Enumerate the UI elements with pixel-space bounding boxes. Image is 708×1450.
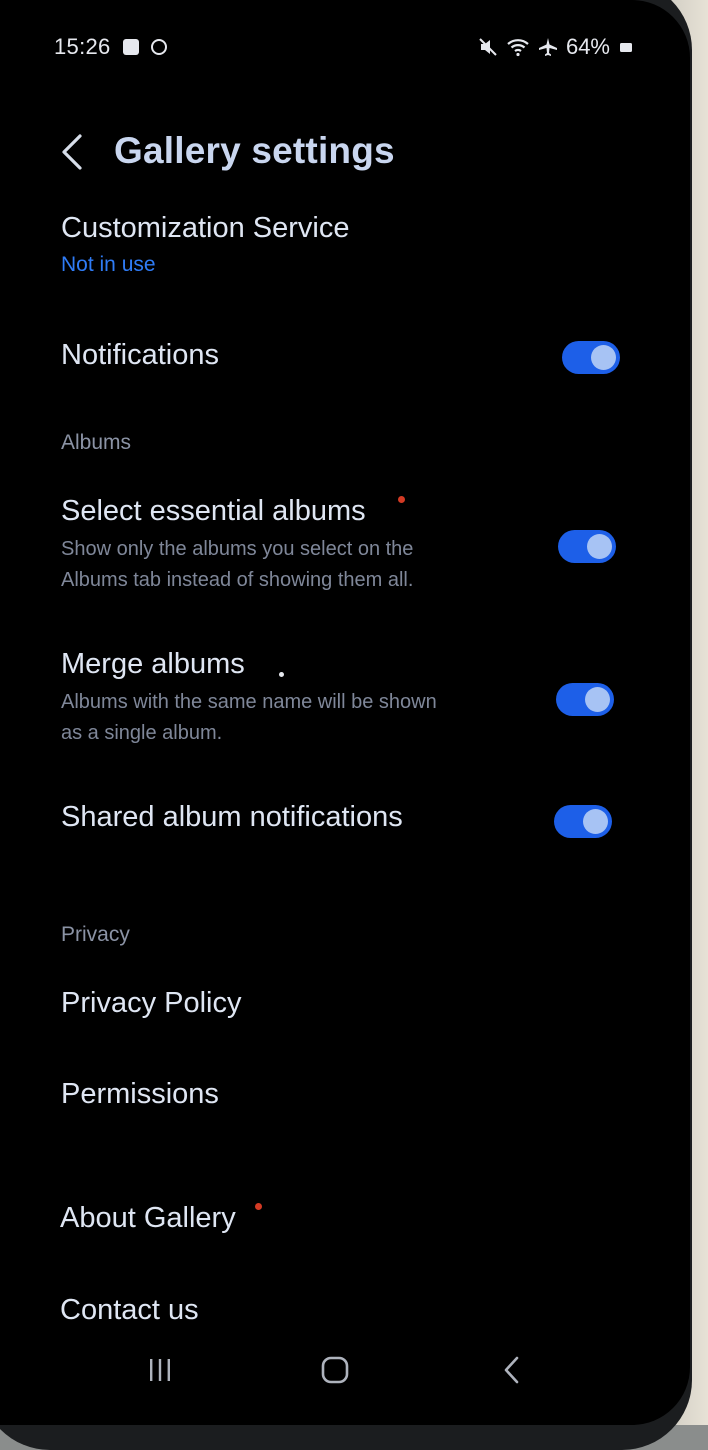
description-line: Albums with the same name will be shown [61, 691, 437, 713]
contact-us-title: Contact us [60, 1294, 199, 1326]
section-header-privacy: Privacy [61, 923, 130, 946]
notifications-row[interactable]: Notifications [61, 339, 631, 372]
circle-icon [151, 39, 167, 55]
about-gallery-row[interactable]: About Gallery [60, 1202, 630, 1235]
wifi-icon [507, 39, 529, 57]
customization-service-value: Not in use [61, 253, 156, 276]
status-bar: 15:26 64% [0, 30, 690, 68]
permissions-row[interactable]: Permissions [61, 1078, 631, 1111]
indicator-dot [279, 672, 284, 677]
battery-percent: 64% [565, 34, 610, 59]
mute-icon [479, 38, 497, 56]
contact-us-row[interactable]: Contact us [60, 1294, 630, 1327]
customization-service-row[interactable]: Customization Service Not in use [61, 212, 631, 277]
back-nav-button[interactable] [482, 1340, 542, 1400]
section-header-albums: Albums [61, 431, 132, 454]
airplane-icon [538, 38, 557, 56]
checkbox-icon [123, 39, 139, 55]
toggle-knob [583, 809, 608, 834]
merge-albums-description: Albums with the same name will be shown … [61, 687, 631, 749]
privacy-policy-row[interactable]: Privacy Policy [61, 987, 631, 1020]
select-essential-albums-toggle[interactable] [558, 530, 616, 563]
back-icon [504, 1356, 519, 1384]
notifications-title: Notifications [61, 339, 219, 371]
recents-icon [150, 1359, 170, 1381]
navigation-bar [0, 1340, 690, 1400]
description-line: as a single album. [61, 722, 223, 744]
shared-album-notifications-toggle[interactable] [554, 805, 612, 838]
back-button[interactable] [54, 130, 94, 174]
new-badge-dot [255, 1203, 262, 1210]
select-essential-albums-title: Select essential albums [61, 495, 366, 527]
description-line: Albums tab instead of showing them all. [61, 569, 414, 591]
merge-albums-title: Merge albums [61, 648, 245, 680]
merge-albums-toggle[interactable] [556, 683, 614, 716]
home-button[interactable] [305, 1340, 365, 1400]
about-gallery-title: About Gallery [60, 1202, 236, 1234]
battery-icon [620, 42, 632, 52]
toggle-knob [585, 687, 610, 712]
description-line: Show only the albums you select on the [61, 538, 414, 560]
status-time: 15:26 [54, 34, 111, 59]
customization-service-title: Customization Service [61, 212, 350, 244]
permissions-title: Permissions [61, 1078, 219, 1110]
new-badge-dot [398, 496, 405, 503]
toggle-knob [591, 345, 616, 370]
merge-albums-row[interactable]: Merge albums Albums with the same name w… [61, 648, 631, 749]
shared-album-notifications-row[interactable]: Shared album notifications [61, 801, 631, 834]
select-essential-albums-row[interactable]: Select essential albums Show only the al… [61, 495, 631, 596]
toggle-knob [587, 534, 612, 559]
recents-button[interactable] [130, 1340, 190, 1400]
shared-album-notifications-title: Shared album notifications [61, 801, 403, 833]
screen: 15:26 64% Gallery settings Customization… [0, 0, 690, 1425]
status-icons: 64% [478, 34, 632, 60]
privacy-policy-title: Privacy Policy [61, 987, 242, 1019]
select-essential-albums-description: Show only the albums you select on the A… [61, 534, 631, 596]
home-icon [321, 1356, 349, 1384]
notifications-toggle[interactable] [562, 341, 620, 374]
chevron-left-icon [62, 134, 82, 170]
page-title: Gallery settings [114, 130, 395, 171]
